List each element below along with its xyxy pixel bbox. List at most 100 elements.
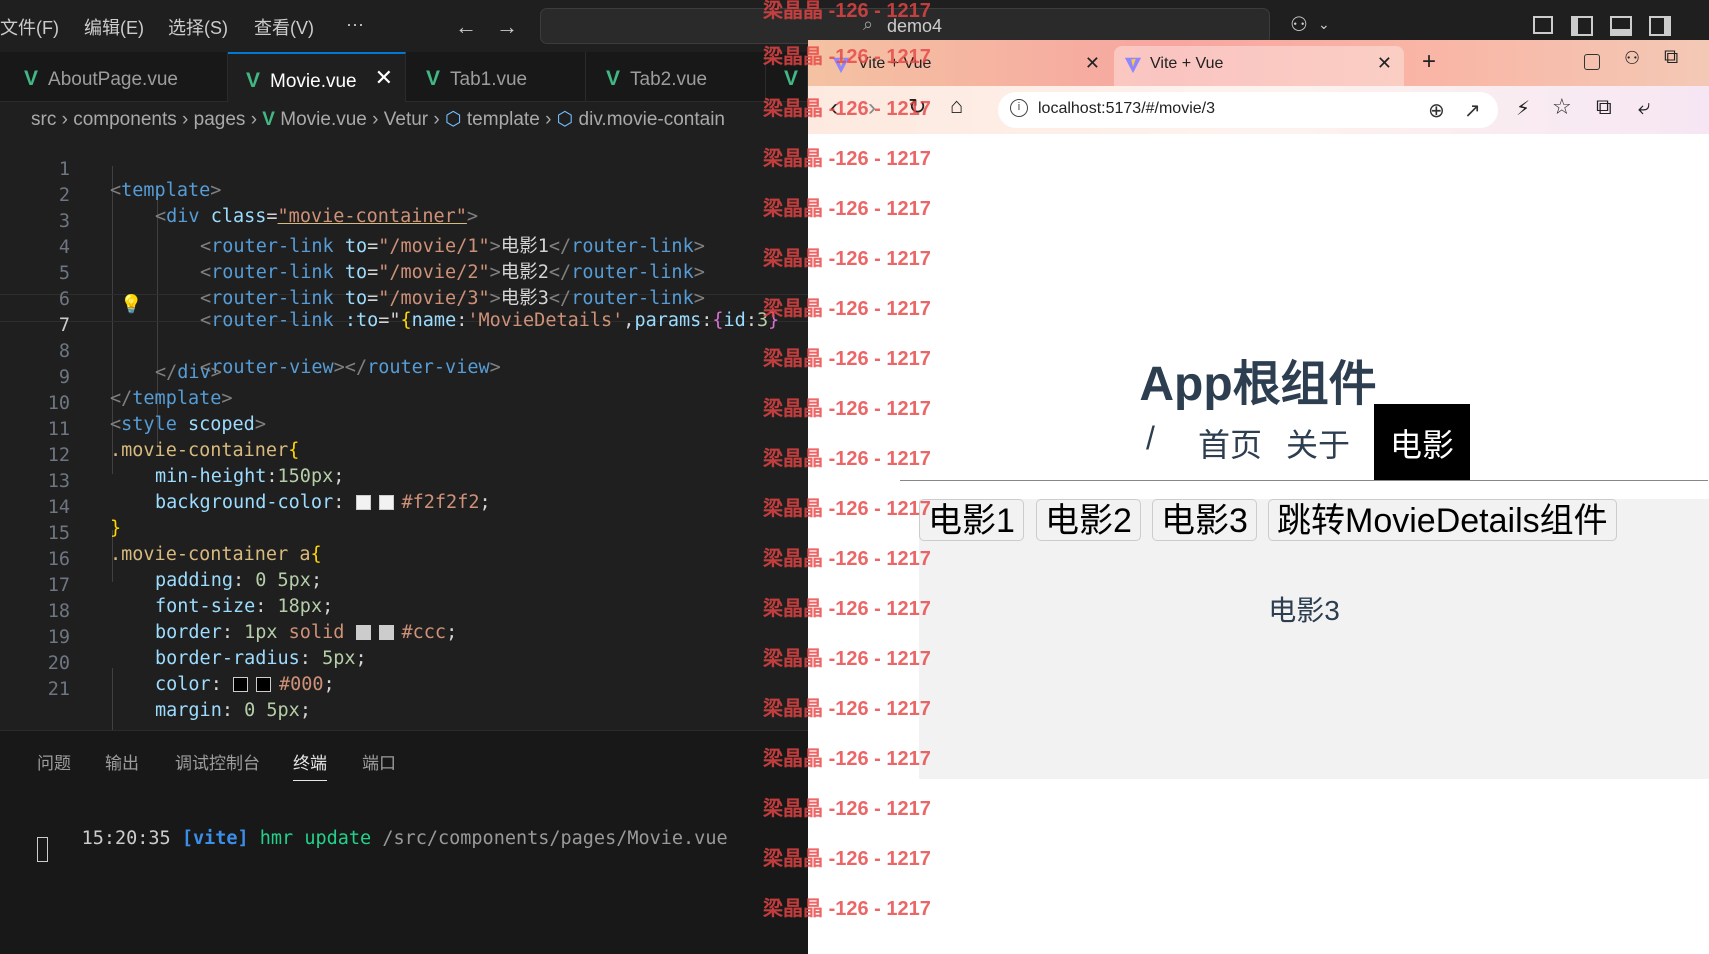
movie-details-link[interactable]: 跳转MovieDetails组件	[1268, 499, 1617, 541]
zoom-icon[interactable]: ⊕	[1428, 98, 1445, 123]
tab-label: Tab1.vue	[450, 69, 528, 90]
code-line: 7 💡 <router-view></router-view>	[0, 294, 808, 378]
code-line: 6 <router-link :to="{name:'MovieDetails'…	[0, 268, 808, 331]
watermark-line: 梁晶晶 -126 - 1217	[763, 98, 931, 120]
code-text: margin: 0 5px;	[155, 700, 311, 721]
extensions-puzzle-icon[interactable]: ⧉	[1664, 46, 1678, 69]
toggle-secondary-sidebar-icon[interactable]	[1649, 16, 1671, 36]
watermark-line: 梁晶晶 -126 - 1217	[763, 548, 931, 570]
workspaces-icon[interactable]: ⚇	[1624, 48, 1640, 69]
terminal-time: 15:20:35	[81, 828, 171, 849]
tab-actions-icon[interactable]	[1584, 54, 1600, 70]
nav-link-home[interactable]: 首页	[1198, 420, 1262, 466]
vue-file-icon: V	[606, 67, 621, 90]
watermark-line: 梁晶晶 -126 - 1217	[763, 898, 931, 920]
new-tab-plus-icon[interactable]: +	[1422, 48, 1436, 76]
address-bar[interactable]: i localhost:5173/#/movie/3 ⊕ ↗	[998, 92, 1498, 128]
menu-selection[interactable]: 选择(S)	[168, 14, 228, 40]
breadcrumb-vetur[interactable]: Vetur	[384, 109, 428, 130]
favorite-star-icon[interactable]: ☆	[1552, 94, 1572, 120]
watermark-line: 梁晶晶 -126 - 1217	[763, 598, 931, 620]
watermark-line: 梁晶晶 -126 - 1217	[763, 398, 931, 420]
close-icon[interactable]: ✕	[1377, 53, 1392, 74]
tab-label: AboutPage.vue	[48, 69, 178, 90]
watermark-line: 梁晶晶 -126 - 1217	[763, 798, 931, 820]
code-line: 17 font-size: 18px;	[0, 554, 808, 617]
tab-tab2[interactable]: V Tab2.vue	[586, 52, 766, 102]
breadcrumb-components[interactable]: components	[73, 109, 177, 130]
movie-link-1[interactable]: 电影1	[919, 499, 1024, 541]
code-line: 3 <router-link to="/movie/1">电影1</router…	[0, 190, 808, 257]
share-icon[interactable]: ↗	[1464, 98, 1481, 123]
toggle-sidebar-icon[interactable]	[1571, 16, 1593, 36]
css-property: margin	[155, 700, 222, 721]
watermark-line: 梁晶晶 -126 - 1217	[763, 298, 931, 320]
reply-icon[interactable]: ⤶	[1638, 94, 1650, 120]
nav-link-movie-active[interactable]: 电影	[1374, 404, 1470, 480]
terminal-cursor[interactable]	[37, 837, 48, 862]
layout-customize-icon[interactable]	[1533, 16, 1553, 34]
breadcrumb-div[interactable]: div.movie-contain	[579, 109, 725, 130]
vue-file-icon: V	[246, 69, 261, 92]
menu-more[interactable]: ···	[346, 14, 364, 35]
watermark-line: 梁晶晶 -126 - 1217	[763, 848, 931, 870]
toggle-panel-icon[interactable]	[1610, 16, 1632, 36]
divider	[900, 480, 1708, 481]
breadcrumb-template[interactable]: template	[467, 109, 540, 130]
vue-file-icon: V	[24, 67, 39, 90]
vue-file-icon: V	[262, 109, 275, 130]
movie-link-3[interactable]: 电影3	[1152, 499, 1257, 541]
code-line: 5 <router-link to="/movie/3">电影3</router…	[0, 242, 808, 309]
panel-tab-output[interactable]: 输出	[105, 749, 139, 774]
close-icon[interactable]: ✕	[375, 65, 393, 91]
tab-tab1[interactable]: V Tab1.vue	[406, 52, 586, 102]
code-line: 18 border: 1px solid #ccc;	[0, 580, 808, 643]
code-line: 12 min-height:150px;	[0, 424, 808, 487]
info-icon[interactable]: i	[1010, 99, 1028, 117]
tab-label: Movie.vue	[270, 71, 357, 92]
vue-file-icon: V	[426, 67, 441, 90]
menu-edit[interactable]: 编辑(E)	[84, 14, 144, 40]
panel-tab-debug-console[interactable]: 调试控制台	[175, 749, 260, 774]
code-line: 19 border-radius: 5px;	[0, 606, 808, 669]
panel-tab-terminal[interactable]: 终端	[293, 749, 327, 781]
css-value: 0 5px	[244, 700, 300, 721]
menu-view[interactable]: 查看(V)	[254, 14, 314, 40]
chevron-down-icon[interactable]: ⌄	[1318, 16, 1330, 33]
chevron-right-icon: ›	[61, 109, 74, 130]
terminal-path: /src/components/pages/Movie.vue	[382, 828, 728, 849]
breadcrumb-file[interactable]: Movie.vue	[280, 109, 367, 130]
extensions-icon[interactable]: ⧉	[1596, 94, 1612, 120]
movie-link-2[interactable]: 电影2	[1036, 499, 1141, 541]
tab-movie[interactable]: V Movie.vue ✕	[228, 52, 406, 102]
close-icon[interactable]: ✕	[1085, 53, 1100, 74]
code-line: 9 </template>	[0, 346, 808, 409]
home-icon[interactable]: ⌂	[950, 93, 963, 119]
nav-link-about[interactable]: 关于	[1286, 420, 1350, 466]
watermark-line: 梁晶晶 -126 - 1217	[763, 0, 931, 22]
breadcrumb: src › components › pages › V Movie.vue ›…	[0, 102, 808, 140]
browser-tab-active[interactable]: Vite + Vue ✕	[1114, 46, 1404, 86]
browser-tab-bar: Vite + Vue ✕ Vite + Vue ✕ + ⚇ ⧉	[808, 40, 1709, 86]
code-editor[interactable]: 1 <template> 2 <div class="movie-contain…	[0, 138, 808, 730]
menu-file[interactable]: 文件(F)	[0, 14, 59, 40]
code-line: 1 <template>	[0, 138, 808, 201]
forward-arrow-icon[interactable]: →	[496, 14, 518, 40]
copilot-icon[interactable]: ⚇	[1290, 12, 1308, 37]
back-arrow-icon[interactable]: ←	[455, 14, 477, 40]
browser-window: Vite + Vue ✕ Vite + Vue ✕ + ⚇ ⧉ ‹ › ↻ ⌂ …	[808, 40, 1709, 954]
lightbulb-icon[interactable]: 💡	[120, 294, 142, 315]
breadcrumb-src[interactable]: src	[31, 109, 56, 130]
code-line: 21 margin: 0 5px;	[0, 658, 808, 721]
panel-tab-problems[interactable]: 问题	[37, 749, 71, 774]
watermark-line: 梁晶晶 -126 - 1217	[763, 348, 931, 370]
nav-link-root[interactable]: /	[1146, 420, 1155, 457]
line-number: 21	[47, 679, 70, 700]
bolt-icon[interactable]: ⚡	[1516, 96, 1530, 121]
breadcrumb-pages[interactable]: pages	[194, 109, 246, 130]
panel-tab-ports[interactable]: 端口	[362, 749, 396, 774]
cube-icon: ⬡	[445, 109, 462, 130]
tab-aboutpage[interactable]: V AboutPage.vue	[0, 52, 228, 102]
movie-detail-text: 电影3	[1268, 595, 1340, 626]
watermark-line: 梁晶晶 -126 - 1217	[763, 248, 931, 270]
